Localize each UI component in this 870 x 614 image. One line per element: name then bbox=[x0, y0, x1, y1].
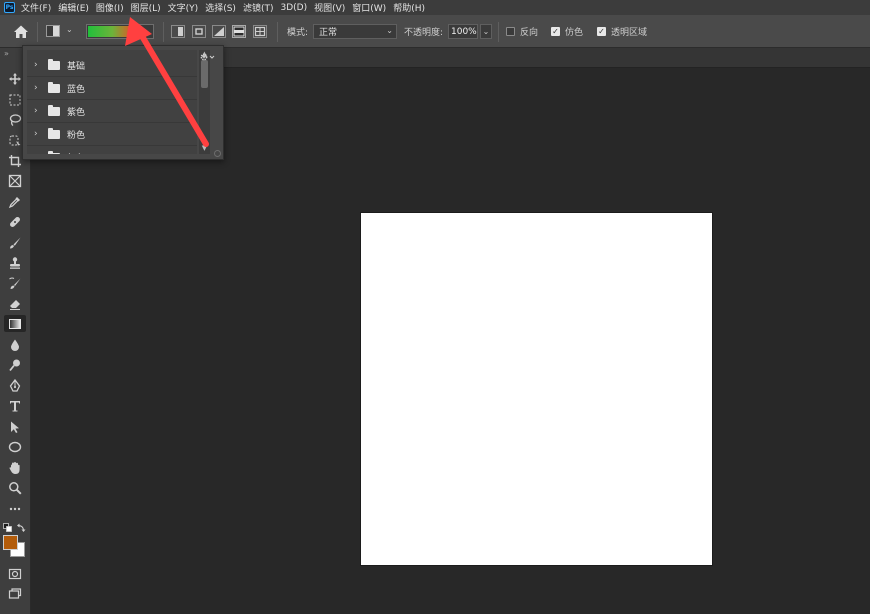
scroll-thumb[interactable] bbox=[201, 60, 208, 88]
chevron-right-icon[interactable]: › bbox=[34, 106, 46, 116]
more-tools-icon[interactable] bbox=[4, 500, 26, 517]
folder-icon bbox=[48, 150, 60, 154]
linear-gradient-button[interactable] bbox=[171, 25, 185, 38]
menu-help[interactable]: 帮助(H) bbox=[393, 1, 425, 14]
hand-tool[interactable] bbox=[4, 459, 26, 476]
gradient-group-label: 粉色 bbox=[67, 130, 86, 141]
menu-bar: Ps 文件(F) 编辑(E) 图像(I) 图层(L) 文字(Y) 选择(S) 滤… bbox=[0, 0, 870, 15]
quick-mask-icon[interactable] bbox=[4, 565, 26, 582]
pen-tool[interactable] bbox=[4, 377, 26, 394]
screen-mode-icon[interactable] bbox=[4, 585, 26, 602]
menu-image[interactable]: 图像(I) bbox=[96, 1, 124, 14]
chevron-right-icon[interactable]: › bbox=[34, 60, 46, 70]
blur-tool[interactable] bbox=[4, 336, 26, 353]
chevron-right-icon[interactable]: › bbox=[34, 83, 46, 93]
tool-preset-picker-icon[interactable] bbox=[46, 25, 60, 37]
preset-scrollbar[interactable]: ▲ ▼ bbox=[199, 50, 210, 154]
menu-edit[interactable]: 编辑(E) bbox=[58, 1, 89, 14]
gradient-picker[interactable]: ⌄ bbox=[86, 24, 154, 39]
menu-select[interactable]: 选择(S) bbox=[205, 1, 236, 14]
menu-file[interactable]: 文件(F) bbox=[21, 1, 51, 14]
tool-options-bar: ⌄ ⌄ 模式: 正常 ⌄ 不透明度: 100% ⌄ 反向 ✓ 仿色 ✓ 透明区域 bbox=[0, 15, 870, 48]
folder-icon bbox=[48, 127, 60, 139]
eyedropper-tool[interactable] bbox=[4, 193, 26, 210]
brush-tool[interactable] bbox=[4, 234, 26, 251]
document-canvas[interactable] bbox=[361, 213, 712, 565]
divider bbox=[277, 22, 278, 42]
frame-tool[interactable] bbox=[4, 172, 26, 189]
divider bbox=[37, 22, 38, 42]
gradient-group-label: 蓝色 bbox=[67, 84, 86, 95]
diamond-gradient-button[interactable] bbox=[232, 25, 246, 38]
history-brush-tool[interactable] bbox=[4, 275, 26, 292]
reverse-checkbox[interactable] bbox=[506, 27, 515, 36]
swap-colors-icon[interactable] bbox=[17, 522, 26, 532]
menu-layer[interactable]: 图层(L) bbox=[131, 1, 161, 14]
chevron-down-icon: ⌄ bbox=[386, 26, 393, 35]
chevron-right-icon[interactable]: › bbox=[34, 152, 46, 154]
tool-preset-chevron-down-icon[interactable]: ⌄ bbox=[66, 25, 73, 34]
collapse-toolbar-icon[interactable]: » bbox=[4, 49, 9, 58]
mode-label: 模式: bbox=[287, 28, 309, 38]
blend-mode-value: 正常 bbox=[319, 28, 338, 38]
gradient-preview[interactable] bbox=[88, 26, 142, 37]
menu-filter[interactable]: 滤镜(T) bbox=[243, 1, 274, 14]
dither-checkbox[interactable]: ✓ bbox=[551, 27, 560, 36]
path-selection-tool[interactable] bbox=[4, 418, 26, 435]
folder-icon bbox=[48, 81, 60, 93]
zoom-tool[interactable] bbox=[4, 479, 26, 496]
chevron-right-icon[interactable]: › bbox=[34, 129, 46, 139]
gradient-chevron-down-icon[interactable]: ⌄ bbox=[142, 26, 152, 37]
divider bbox=[163, 22, 164, 42]
eraser-tool[interactable] bbox=[4, 295, 26, 312]
transparency-label: 透明区域 bbox=[611, 28, 648, 38]
type-tool[interactable] bbox=[4, 397, 26, 414]
divider bbox=[498, 22, 499, 42]
folder-icon bbox=[48, 104, 60, 116]
menu-window[interactable]: 窗口(W) bbox=[352, 1, 386, 14]
opacity-chevron-down-icon[interactable]: ⌄ bbox=[480, 24, 492, 39]
dodge-tool[interactable] bbox=[4, 356, 26, 373]
foreground-color-swatch[interactable] bbox=[3, 535, 18, 550]
gradient-group-reds[interactable]: › 红色 bbox=[27, 146, 197, 154]
menu-view[interactable]: 视图(V) bbox=[314, 1, 345, 14]
opacity-label: 不透明度: bbox=[404, 28, 444, 38]
gradient-group-pinks[interactable]: › 粉色 bbox=[27, 123, 197, 146]
ellipse-tool[interactable] bbox=[4, 438, 26, 455]
resize-grip-icon[interactable] bbox=[214, 150, 221, 157]
transparency-checkbox[interactable]: ✓ bbox=[597, 27, 606, 36]
gradient-preset-panel: › 基础 › 蓝色 › 紫色 › 粉色 › 红色 ▲ ▼ bbox=[22, 45, 224, 160]
home-icon[interactable] bbox=[12, 23, 30, 41]
gradient-group-label: 红色 bbox=[67, 151, 85, 155]
angle-gradient-button[interactable] bbox=[212, 25, 226, 38]
scroll-down-icon[interactable]: ▼ bbox=[199, 144, 210, 154]
menu-type[interactable]: 文字(Y) bbox=[168, 1, 199, 14]
gradient-group-list: › 基础 › 蓝色 › 紫色 › 粉色 › 红色 bbox=[27, 50, 197, 154]
gradient-group-label: 基础 bbox=[67, 61, 86, 72]
reverse-label: 反向 bbox=[520, 28, 539, 38]
default-colors-icon[interactable] bbox=[3, 522, 13, 532]
gradient-group-basics[interactable]: › 基础 bbox=[27, 54, 197, 77]
gradient-group-purples[interactable]: › 紫色 bbox=[27, 100, 197, 123]
gradient-group-blues[interactable]: › 蓝色 bbox=[27, 77, 197, 100]
gradient-group-label: 紫色 bbox=[67, 107, 86, 118]
blend-mode-select[interactable]: 正常 ⌄ bbox=[313, 24, 397, 39]
radial-gradient-button[interactable] bbox=[192, 25, 206, 38]
gradient-tool[interactable] bbox=[4, 315, 26, 332]
menu-3d[interactable]: 3D(D) bbox=[280, 3, 307, 13]
healing-brush-tool[interactable] bbox=[4, 213, 26, 230]
photoshop-logo-icon: Ps bbox=[4, 2, 15, 13]
gear-icon[interactable] bbox=[199, 52, 215, 62]
dither-label: 仿色 bbox=[565, 28, 584, 38]
clone-stamp-tool[interactable] bbox=[4, 254, 26, 271]
reflected-gradient-button[interactable] bbox=[253, 25, 267, 38]
folder-icon bbox=[48, 58, 60, 70]
opacity-field[interactable]: 100% bbox=[448, 24, 478, 39]
